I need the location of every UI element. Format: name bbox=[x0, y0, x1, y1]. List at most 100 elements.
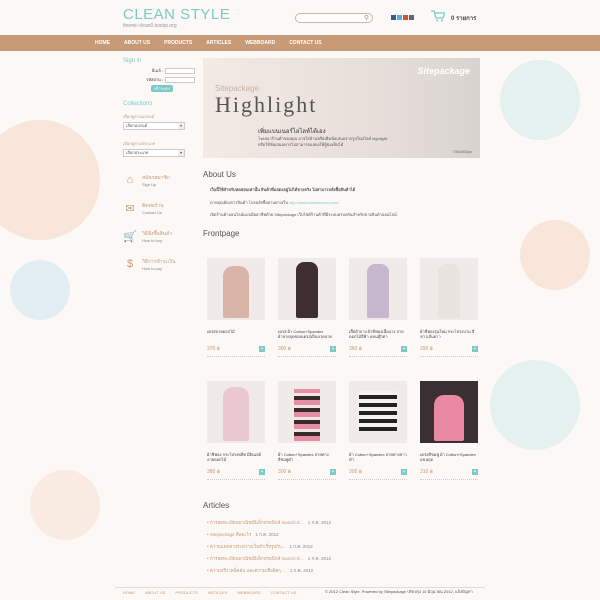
article-link[interactable]: • Sitepackage คืออะไร 1 ก.ค. 2012 bbox=[207, 531, 279, 538]
highlight-banner[interactable]: Sitepackage Highlight Sitepackage เพิ่มแ… bbox=[203, 58, 480, 158]
email-field[interactable] bbox=[165, 67, 195, 74]
article-title[interactable]: ความแตกต่างระหว่างเว็บสำเร็จรูปกับ... bbox=[210, 544, 286, 549]
sidebar-item-sublabel: How to pay bbox=[142, 265, 163, 271]
category-select[interactable]: เลือกประเภท ▾ bbox=[123, 149, 185, 157]
add-to-cart-button[interactable]: + bbox=[472, 469, 478, 475]
article-title[interactable]: การจดทะเบียนพาณิชย์อิเล็กทรอนิกส์ Search… bbox=[210, 520, 304, 525]
add-to-cart-button[interactable]: + bbox=[330, 469, 336, 475]
product-image[interactable] bbox=[349, 258, 407, 320]
background-blob bbox=[500, 60, 580, 140]
product-name[interactable]: เดรสลายดอกไม้ bbox=[207, 329, 265, 341]
background-blob bbox=[490, 360, 580, 450]
product-name[interactable]: ผ้าชีฟองรุ่นใหม่ กระโปรงบาน สีขาวเส้นยาว bbox=[420, 329, 478, 341]
about-link[interactable]: http://www.siambowoo.com/ bbox=[289, 200, 339, 205]
product-price: 300 ฿ bbox=[278, 346, 291, 352]
footer-nav-contact[interactable]: CONTACT US bbox=[271, 590, 297, 595]
dollar-icon: $ bbox=[126, 258, 134, 270]
product-image[interactable] bbox=[207, 381, 265, 443]
product-card[interactable]: ผ้า Cotton+Spandex ลายทาง สีชมพูดำ 300 ฿… bbox=[278, 381, 336, 481]
article-title[interactable]: Sitepackage คืออะไร bbox=[210, 532, 252, 537]
product-image[interactable] bbox=[207, 258, 265, 320]
add-to-cart-button[interactable]: + bbox=[401, 469, 407, 475]
product-price: 370 ฿ bbox=[207, 346, 220, 352]
product-price: 360 ฿ bbox=[349, 346, 362, 352]
sidebar-item-howtobuy[interactable]: 🛒 วิธีสั่งซื้อสินค้า How to buy bbox=[123, 227, 195, 245]
product-name[interactable]: ผ้า Cotton+Spandex ลายทางขาวดำ bbox=[349, 452, 407, 464]
product-card[interactable]: เสื้อผ้าบาง ผ้าชีฟองเนื้อบาง ลายดอกไม้สี… bbox=[349, 258, 407, 358]
article-title[interactable]: ความจริง เคล็ดลับ และความเชื่อผิดๆ ... bbox=[210, 568, 286, 573]
product-image[interactable] bbox=[278, 258, 336, 320]
product-card[interactable]: เดรส ผ้า Cotton+Spandex ผ้าลายจุดขอบเดรส… bbox=[278, 258, 336, 358]
add-to-cart-button[interactable]: + bbox=[259, 346, 265, 352]
cart-count[interactable]: 0 รายการ bbox=[451, 13, 476, 23]
cart-icon: 🛒 bbox=[123, 230, 137, 243]
add-to-cart-button[interactable]: + bbox=[472, 346, 478, 352]
search-input[interactable]: ⚲ bbox=[295, 13, 373, 23]
facebook-icon[interactable] bbox=[391, 15, 396, 20]
article-link[interactable]: • ความแตกต่างระหว่างเว็บสำเร็จรูปกับ... 1… bbox=[207, 543, 313, 550]
footer-nav-products[interactable]: PRODUCTS bbox=[175, 590, 197, 595]
cart-icon[interactable] bbox=[431, 10, 445, 22]
password-label: รหัสผ่าน : bbox=[146, 77, 163, 82]
article-title[interactable]: การจดทะเบียนพาณิชย์อิเล็กทรอนิกส์ Search… bbox=[210, 556, 304, 561]
product-price: 300 ฿ bbox=[278, 469, 291, 475]
product-image[interactable] bbox=[420, 258, 478, 320]
twitter-icon[interactable] bbox=[397, 15, 402, 20]
product-image[interactable] bbox=[349, 381, 407, 443]
product-card[interactable]: ผ้าชีฟองรุ่นใหม่ กระโปรงบาน สีขาวเส้นยาว… bbox=[420, 258, 478, 358]
article-link[interactable]: • ความจริง เคล็ดลับ และความเชื่อผิดๆ ...… bbox=[207, 567, 313, 574]
product-card[interactable]: ผ้า Cotton+Spandex ลายทางขาวดำ 300 ฿ + bbox=[349, 381, 407, 481]
footer-nav-home[interactable]: HOME bbox=[123, 590, 135, 595]
sidebar-item-signup[interactable]: ⌂ สมัครสมาชิก Sign Up bbox=[123, 171, 195, 189]
sidebar-item-label: ติดต่อร้าน bbox=[142, 202, 164, 209]
brand-select[interactable]: เลือกแบรนด์ ▾ bbox=[123, 122, 185, 130]
email-label: อีเมล์ : bbox=[151, 68, 163, 73]
product-name[interactable]: เดรสสีชมพู ผ้า Cotton+Spandex แขนกุด bbox=[420, 452, 478, 464]
footer-nav-webboard[interactable]: WEBBOARD bbox=[237, 590, 260, 595]
social-icons bbox=[391, 15, 414, 20]
sidebar-item-contact[interactable]: ✉ ติดต่อร้าน Contact Us bbox=[123, 199, 195, 217]
nav-about[interactable]: ABOUT US bbox=[117, 35, 157, 51]
googleplus-icon[interactable] bbox=[403, 15, 408, 20]
product-name[interactable]: เดรส ผ้า Cotton+Spandex ผ้าลายจุดขอบเดรส… bbox=[278, 329, 336, 341]
nav-webboard[interactable]: WEBBOARD bbox=[238, 35, 282, 51]
product-image[interactable] bbox=[420, 381, 478, 443]
sidebar-item-label: สมัครสมาชิก bbox=[142, 174, 170, 181]
article-date: 1 ก.ค. 2012 bbox=[307, 520, 332, 525]
nav-home[interactable]: HOME bbox=[88, 35, 117, 51]
rss-icon[interactable] bbox=[409, 15, 414, 20]
product-price: 290 ฿ bbox=[420, 346, 433, 352]
mail-icon: ✉ bbox=[125, 202, 135, 215]
footer: HOME ABOUT US PRODUCTS ARTICLES WEBBOARD… bbox=[115, 587, 485, 595]
password-field[interactable] bbox=[165, 76, 195, 83]
main-nav: HOME ABOUT US PRODUCTS ARTICLES WEBBOARD… bbox=[0, 35, 600, 51]
add-to-cart-button[interactable]: + bbox=[259, 469, 265, 475]
search-icon[interactable]: ⚲ bbox=[364, 14, 369, 23]
sidebar-item-howtopay[interactable]: $ วิธีการชำระเงิน How to pay bbox=[123, 255, 195, 273]
product-card[interactable]: ผ้าชีฟอง กระโปรงพลีท มีอินเลย์ลายดอกไม้ … bbox=[207, 381, 265, 481]
article-date: 1 ก.ค. 2012 bbox=[289, 568, 314, 573]
product-card[interactable]: เดรสสีชมพู ผ้า Cotton+Spandex แขนกุด 310… bbox=[420, 381, 478, 481]
product-name[interactable]: ผ้า Cotton+Spandex ลายทาง สีชมพูดำ bbox=[278, 452, 336, 464]
article-link[interactable]: • การจดทะเบียนพาณิชย์อิเล็กทรอนิกส์ Sear… bbox=[207, 555, 331, 562]
article-link[interactable]: • การจดทะเบียนพาณิชย์อิเล็กทรอนิกส์ Sear… bbox=[207, 519, 331, 526]
footer-nav-about[interactable]: ABOUT US bbox=[145, 590, 165, 595]
add-to-cart-button[interactable]: + bbox=[401, 346, 407, 352]
sidebar-item-sublabel: Contact Us bbox=[142, 209, 162, 215]
about-text: หากคุณต้องการสินค้า โปรดสั่งซื้อผ่านทางเ… bbox=[210, 199, 475, 206]
category-select-value: เลือกประเภท bbox=[126, 150, 149, 155]
product-name[interactable]: ผ้าชีฟอง กระโปรงพลีท มีอินเลย์ลายดอกไม้ bbox=[207, 452, 265, 464]
footer-nav-articles[interactable]: ARTICLES bbox=[208, 590, 228, 595]
nav-contact[interactable]: CONTACT US bbox=[282, 35, 328, 51]
product-name[interactable]: เสื้อผ้าบาง ผ้าชีฟองเนื้อบาง ลายดอกไม้สี… bbox=[349, 329, 407, 341]
nav-articles[interactable]: ARTICLES bbox=[199, 35, 238, 51]
product-image[interactable] bbox=[278, 381, 336, 443]
site-logo[interactable]: CLEAN STYLE bbox=[123, 6, 230, 23]
copyright: © 2012 Clean Style. Powered by Sitepacka… bbox=[325, 589, 473, 594]
product-card[interactable]: เดรสลายดอกไม้ 370 ฿ + bbox=[207, 258, 265, 358]
add-to-cart-button[interactable]: + bbox=[330, 346, 336, 352]
sidebar-item-label: วิธีการชำระเงิน bbox=[142, 258, 176, 265]
background-blob bbox=[0, 120, 100, 240]
nav-products[interactable]: PRODUCTS bbox=[157, 35, 199, 51]
signin-button[interactable]: เข้าระบบ bbox=[151, 85, 173, 92]
